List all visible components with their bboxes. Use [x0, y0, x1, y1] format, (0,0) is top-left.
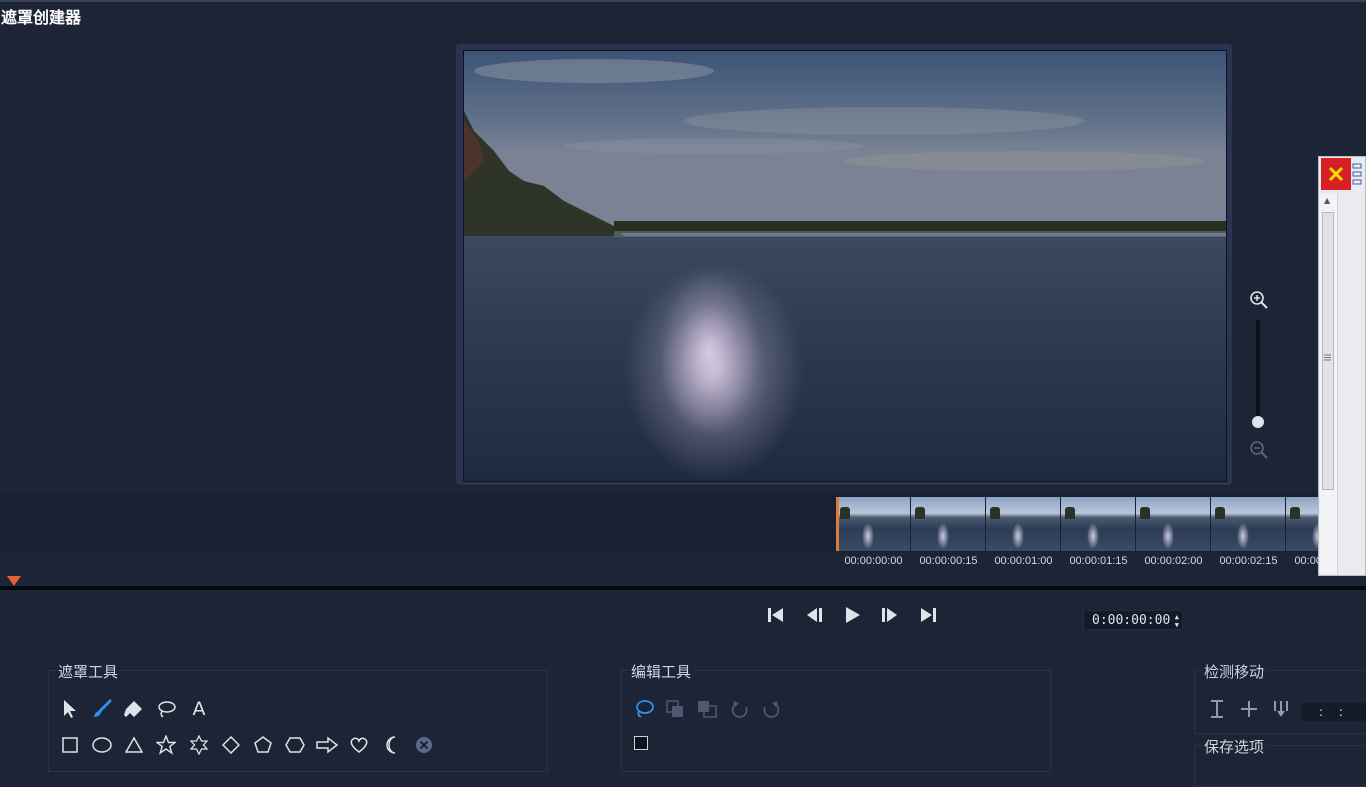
- redo-icon[interactable]: [760, 698, 782, 720]
- timecode-value: 0:00:00:00: [1092, 613, 1171, 628]
- go-to-end-icon[interactable]: [916, 603, 940, 627]
- track-vertical-icon[interactable]: [1206, 698, 1228, 720]
- filmstrip-timecodes: 00:00:00:00 00:00:00:15 00:00:01:00 00:0…: [836, 555, 1366, 569]
- hexagon-icon[interactable]: [284, 734, 306, 756]
- diamond-icon[interactable]: [220, 734, 242, 756]
- text-icon[interactable]: A: [188, 698, 210, 720]
- undo-icon[interactable]: [729, 698, 751, 720]
- motion-time-field[interactable]: : :: [1302, 703, 1366, 721]
- filmstrip-position-marker: [836, 497, 839, 551]
- timecode-label: 00:00:01:00: [994, 555, 1053, 567]
- film-frame[interactable]: [1061, 497, 1135, 551]
- track-horizontal-icon[interactable]: [1238, 698, 1260, 720]
- panel-grip-icon[interactable]: [1352, 162, 1362, 186]
- next-frame-icon[interactable]: [878, 603, 902, 627]
- scroll-up-icon[interactable]: ▲: [1324, 196, 1330, 205]
- film-frame[interactable]: [1136, 497, 1210, 551]
- rectangle-icon[interactable]: [59, 734, 81, 756]
- film-frame[interactable]: [1211, 497, 1285, 551]
- brush-icon[interactable]: [91, 698, 113, 720]
- zoom-slider-handle[interactable]: [1252, 416, 1264, 428]
- copy-icon[interactable]: [664, 698, 686, 720]
- zoom-in-icon[interactable]: [1249, 290, 1269, 310]
- mask-tools-group: [48, 670, 548, 772]
- timeline-track[interactable]: [0, 586, 1366, 590]
- timecode-label: 00:00:02:15: [1219, 555, 1278, 567]
- zoom-slider[interactable]: [1256, 320, 1260, 422]
- edit-tools-group: [621, 670, 1051, 772]
- play-icon[interactable]: [840, 603, 864, 627]
- crescent-icon[interactable]: [381, 734, 403, 756]
- paste-icon[interactable]: [696, 698, 718, 720]
- track-down-icon[interactable]: [1270, 698, 1292, 720]
- lasso-select-icon[interactable]: [633, 698, 655, 720]
- transport-controls: [764, 603, 940, 627]
- preview-image: [464, 51, 1226, 481]
- window-top-border: [0, 0, 1366, 2]
- lasso-icon[interactable]: [155, 698, 177, 720]
- playhead[interactable]: [7, 576, 21, 586]
- pointer-icon[interactable]: [59, 698, 81, 720]
- timecode-label: 00:00:01:15: [1069, 555, 1128, 567]
- clear-shape-icon[interactable]: [413, 734, 435, 756]
- ellipse-icon[interactable]: [91, 734, 113, 756]
- heart-icon[interactable]: [348, 734, 370, 756]
- eraser-icon[interactable]: [123, 698, 145, 720]
- window-title: 遮罩创建器: [1, 8, 82, 27]
- six-point-star-icon[interactable]: [188, 734, 210, 756]
- triangle-icon[interactable]: [123, 734, 145, 756]
- close-icon[interactable]: [1321, 158, 1351, 190]
- detect-motion-label: 检测移动: [1202, 661, 1267, 682]
- film-frame[interactable]: [986, 497, 1060, 551]
- zoom-out-icon[interactable]: [1249, 440, 1269, 460]
- video-preview[interactable]: [463, 50, 1227, 482]
- filmstrip[interactable]: [836, 497, 1366, 551]
- scrollbar-grip-icon: [1324, 346, 1331, 361]
- film-frame[interactable]: [836, 497, 910, 551]
- mask-tools-label: 遮罩工具: [56, 661, 121, 682]
- mask-invert-checkbox[interactable]: [630, 732, 652, 754]
- timecode-spinner-icon[interactable]: ▲ ▼: [1175, 613, 1179, 629]
- timecode-input[interactable]: 0:00:00:00 ▲ ▼: [1083, 610, 1183, 630]
- timecode-label: 00:00:02:00: [1144, 555, 1203, 567]
- film-frame[interactable]: [911, 497, 985, 551]
- go-to-start-icon[interactable]: [764, 603, 788, 627]
- edit-tools-label: 编辑工具: [629, 661, 694, 682]
- timecode-label: 00:00:00:00: [844, 555, 903, 567]
- save-options-label: 保存选项: [1202, 736, 1267, 757]
- previous-frame-icon[interactable]: [802, 603, 826, 627]
- timecode-label: 00:00:00:15: [919, 555, 978, 567]
- arrow-icon[interactable]: [316, 734, 338, 756]
- pentagon-icon[interactable]: [252, 734, 274, 756]
- star-icon[interactable]: [155, 734, 177, 756]
